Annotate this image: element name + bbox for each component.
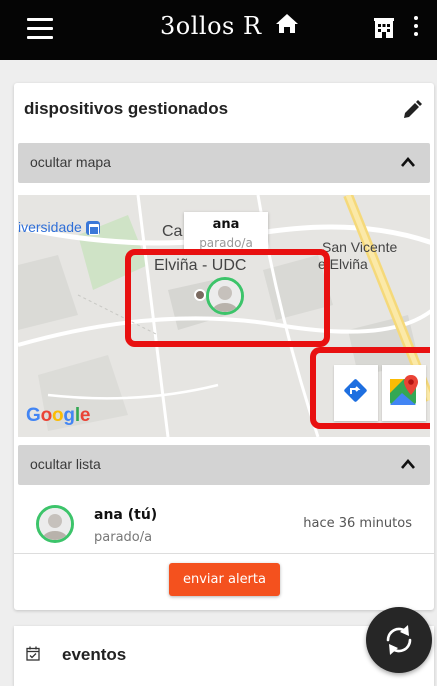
pencil-icon[interactable] [402, 100, 422, 120]
list-user-avatar [36, 505, 74, 543]
refresh-icon [386, 625, 412, 655]
app-title: 3ollos R [160, 12, 262, 40]
list-item-status: parado/a [94, 530, 153, 545]
person-avatar-icon [39, 508, 71, 540]
list-item[interactable]: ana (tú) parado/a hace 36 minutos [18, 497, 430, 553]
map-label-campus: Ca [162, 223, 183, 240]
university-icon [86, 221, 100, 235]
send-alert-button[interactable]: enviar alerta [169, 563, 280, 596]
building-icon[interactable] [374, 17, 394, 39]
popup-status: parado/a [199, 236, 253, 250]
more-vert-icon[interactable] [414, 16, 420, 40]
devices-card-title: dispositivos gestionados [24, 99, 229, 118]
list-item-time: hace 36 minutos [303, 516, 412, 531]
map-label-san-vicente: San Vicente [322, 239, 398, 255]
highlight-map-buttons [310, 347, 430, 429]
refresh-button[interactable] [366, 607, 432, 673]
top-app-bar: 3ollos R [0, 0, 437, 60]
map-toggle-bar[interactable]: ocultar mapa [18, 143, 430, 183]
map-toggle-label: ocultar mapa [30, 154, 111, 170]
chevron-up-icon [401, 157, 415, 167]
map-label-universidade: iversidade [18, 219, 82, 235]
map-info-popup[interactable]: ana parado/a [184, 212, 268, 252]
list-toggle-label: ocultar lista [30, 456, 101, 472]
highlight-avatar-area [125, 249, 330, 347]
list-toggle-bar[interactable]: ocultar lista [18, 445, 430, 485]
devices-card: dispositivos gestionados ocultar mapa iv… [14, 83, 434, 610]
hamburger-menu-icon[interactable] [27, 18, 53, 40]
calendar-check-icon [26, 646, 40, 661]
map-view[interactable]: iversidade Ca San Vicente e Elviña Elviñ… [18, 195, 430, 437]
popup-name: ana [212, 217, 240, 232]
google-logo: Google [26, 405, 91, 426]
card-divider [14, 553, 434, 554]
events-card-title: eventos [62, 645, 127, 664]
home-icon[interactable] [275, 12, 299, 36]
chevron-up-icon [401, 459, 415, 469]
list-item-name: ana (tú) [94, 507, 158, 523]
